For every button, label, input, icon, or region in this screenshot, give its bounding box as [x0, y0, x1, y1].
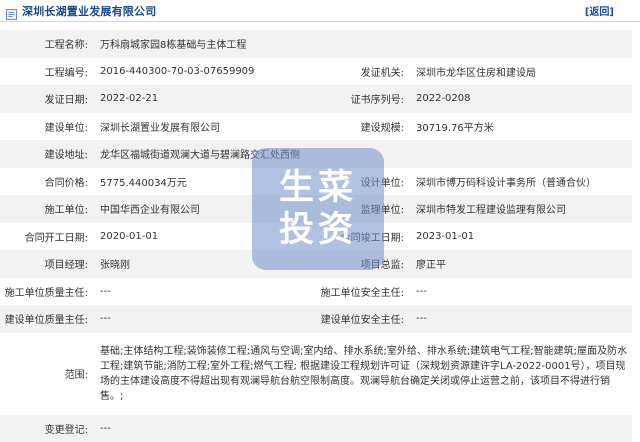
table-row: 范围: 基础;主体结构工程;装饰装修工程;通风与空调;室内给、排水系统;室外给、… — [0, 333, 632, 415]
field-label: 工程编号: — [0, 58, 94, 86]
table-row: 发证日期: 2022-02-21 证书序列号: 2022-0208 — [0, 85, 632, 113]
field-label: 施工单位: — [0, 195, 94, 223]
change-record-value: --- — [94, 415, 632, 442]
field-label: 项目经理: — [0, 250, 94, 278]
field-label: 发证日期: — [0, 85, 94, 113]
field-label: 建设单位质量主任: — [0, 305, 94, 333]
watermark-line: 生菜 — [279, 167, 357, 209]
field-label: 范围: — [0, 333, 94, 415]
bu-quality-value: --- — [94, 305, 316, 333]
field-label: 施工单位安全主任: — [316, 278, 410, 306]
field-label: 建设单位安全主任: — [316, 305, 410, 333]
cu-safety-value: --- — [410, 278, 632, 306]
field-label: 变更登记: — [0, 415, 94, 442]
table-row: 变更登记: --- — [0, 415, 632, 442]
field-label: 建设地址: — [0, 140, 94, 168]
back-link[interactable]: [返回] — [585, 3, 614, 18]
table-row: 建设单位质量主任: --- 建设单位安全主任: --- — [0, 305, 632, 333]
builder-value: 深圳长湖置业发展有限公司 — [94, 113, 316, 141]
cu-quality-value: --- — [94, 278, 316, 306]
finish-date-value: 2023-01-01 — [410, 223, 632, 251]
project-no-value: 2016-440300-70-03-07659909 — [94, 58, 316, 86]
page-header: 深圳长湖置业发展有限公司 [返回] — [0, 0, 640, 22]
table-row: 工程编号: 2016-440300-70-03-07659909 发证机关: 深… — [0, 58, 632, 86]
field-label: 建设规模: — [316, 113, 410, 141]
scope-value: 基础;主体结构工程;装饰装修工程;通风与空调;室内给、排水系统;室外给、排水系统… — [94, 333, 632, 415]
project-name-value: 万科扇城家园8栋基础与主体工程 — [94, 30, 632, 58]
table-row: 工程名称: 万科扇城家园8栋基础与主体工程 — [0, 30, 632, 58]
header-divider — [0, 21, 640, 22]
supervision-unit-value: 深圳市特发工程建设监理有限公司 — [410, 195, 632, 223]
chief-supervisor-value: 廖正平 — [410, 250, 632, 278]
field-label: 合同价格: — [0, 168, 94, 196]
field-label: 合同开工日期: — [0, 223, 94, 251]
issuing-authority-value: 深圳市龙华区住房和建设局 — [410, 58, 632, 86]
field-label: 证书序列号: — [316, 85, 410, 113]
field-label: 工程名称: — [0, 30, 94, 58]
field-label: 施工单位质量主任: — [0, 278, 94, 306]
table-row: 施工单位质量主任: --- 施工单位安全主任: --- — [0, 278, 632, 306]
cert-serial-value: 2022-0208 — [410, 85, 632, 113]
field-label: 发证机关: — [316, 58, 410, 86]
bu-safety-value: --- — [410, 305, 632, 333]
issue-date-value: 2022-02-21 — [94, 85, 316, 113]
field-label: 建设单位: — [0, 113, 94, 141]
page-title: 深圳长湖置业发展有限公司 — [22, 3, 156, 19]
build-scale-value: 30719.76平方米 — [410, 113, 632, 141]
document-icon — [6, 5, 17, 16]
design-unit-value: 深圳市博万码科设计事务所（普通合伙） — [410, 168, 632, 196]
watermark-logo: 生菜 投资 — [252, 148, 384, 270]
table-row: 建设单位: 深圳长湖置业发展有限公司 建设规模: 30719.76平方米 — [0, 113, 632, 141]
watermark-line: 投资 — [279, 209, 357, 251]
